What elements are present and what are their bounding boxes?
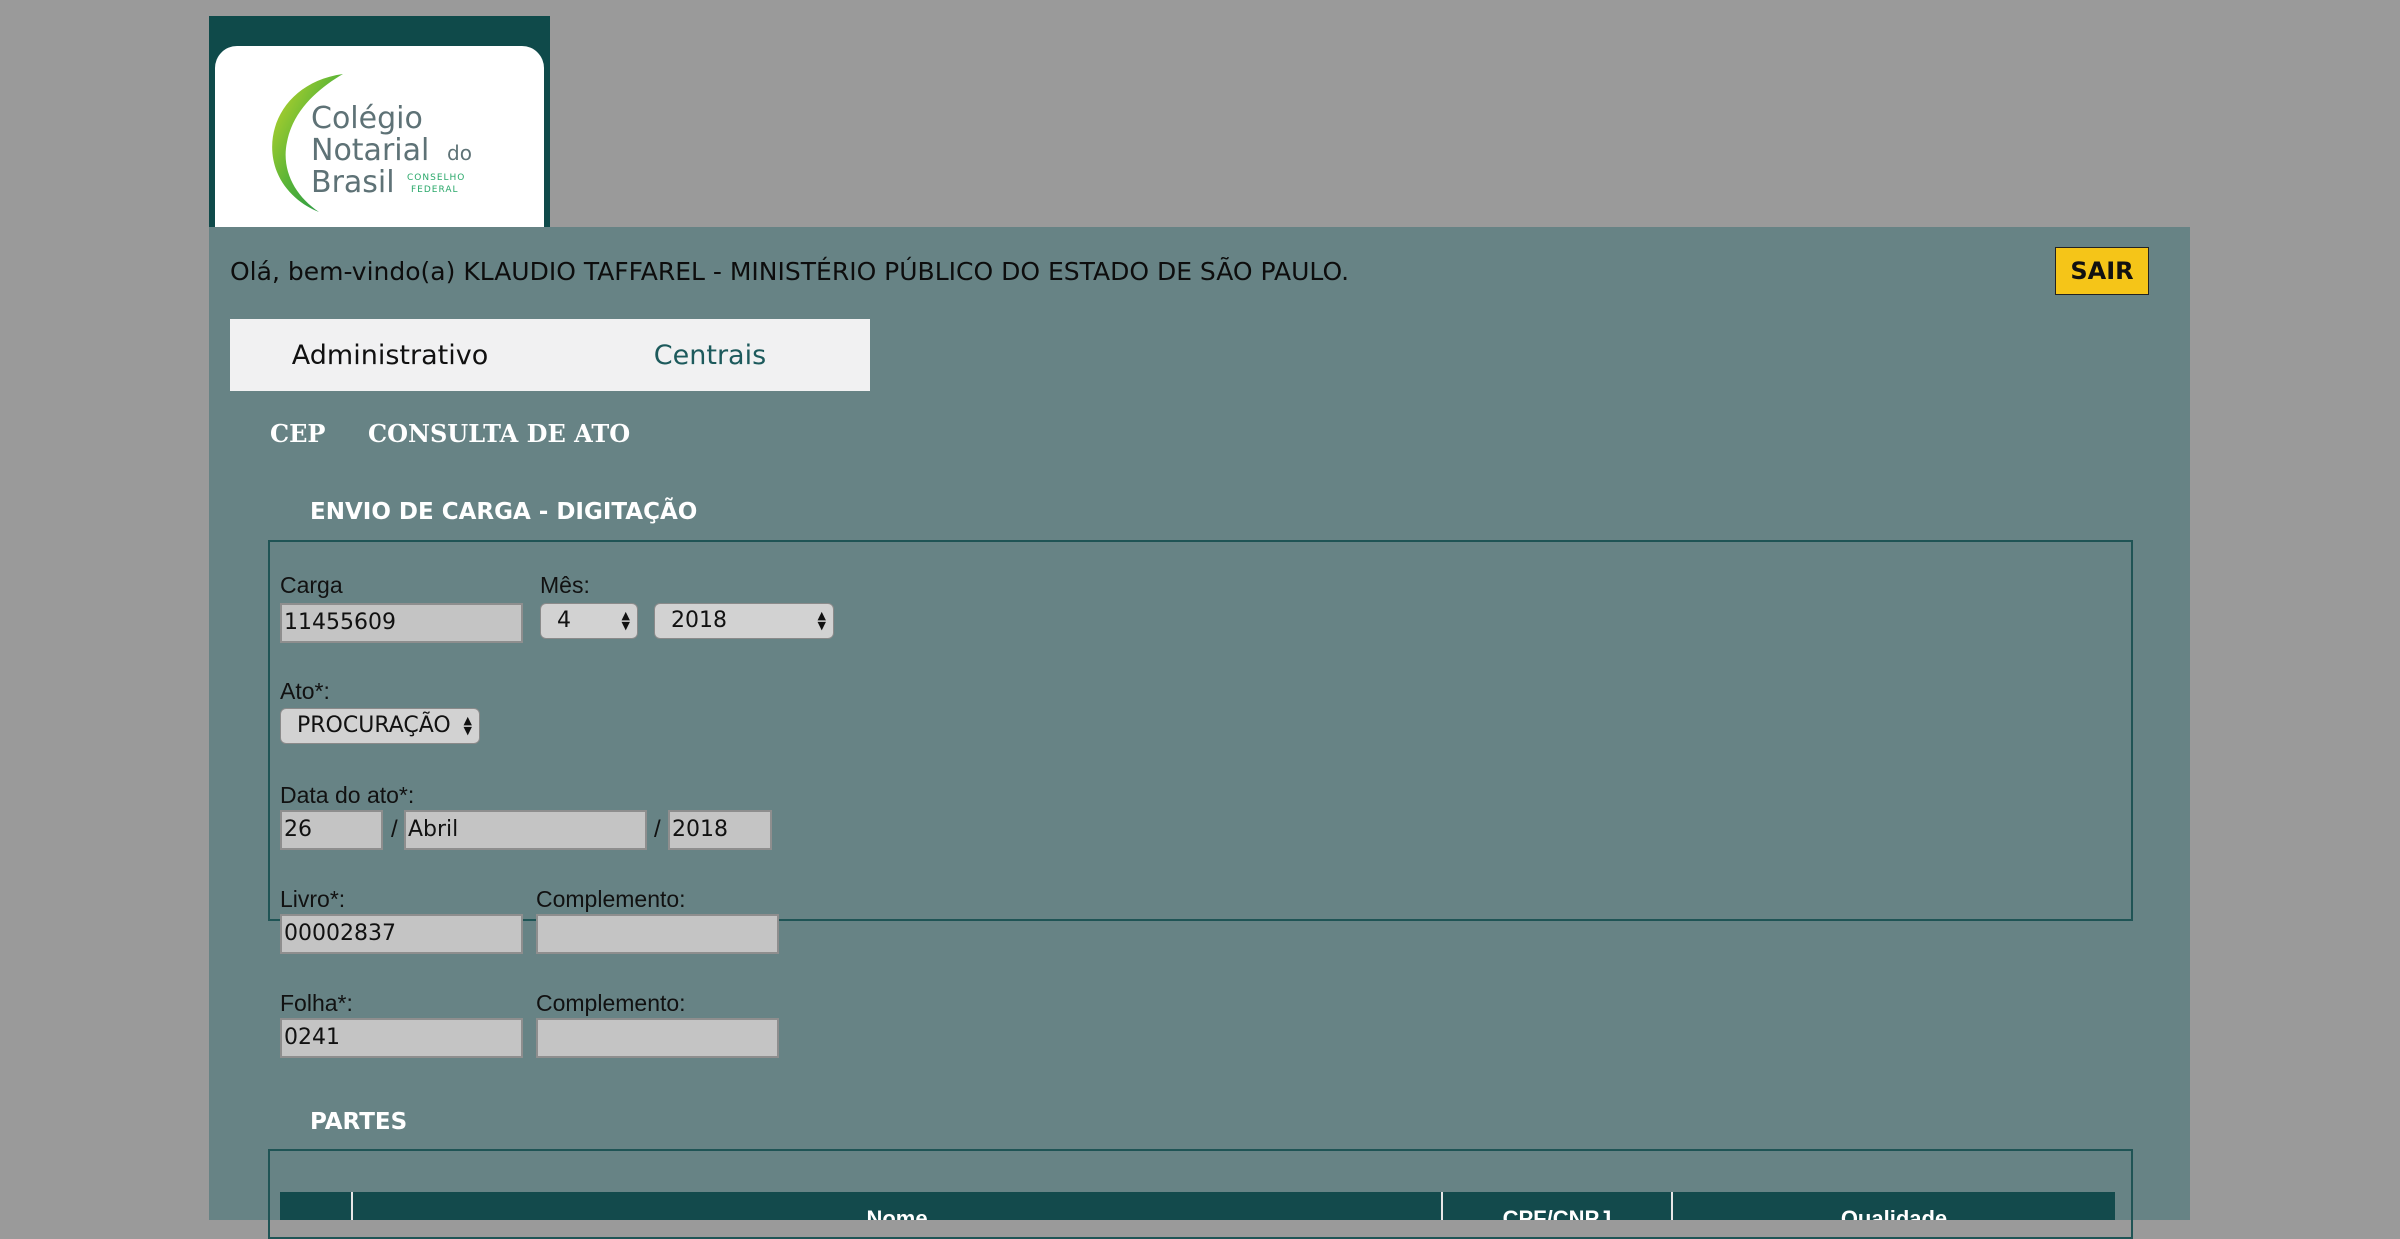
mes-select[interactable]: 4 ▲ ▼ <box>540 603 638 639</box>
carga-input[interactable]: 11455609 <box>280 603 523 643</box>
logo-container: Colégio Notarial do Brasil CONSELHO FEDE… <box>209 16 550 227</box>
main-panel: Olá, bem-vindo(a) KLAUDIO TAFFAREL - MIN… <box>209 227 2190 1239</box>
livro-input[interactable]: 00002837 <box>280 914 523 954</box>
column-header-qualidade: Qualidade <box>1671 1192 2115 1220</box>
tab-administrativo[interactable]: Administrativo <box>230 319 550 391</box>
svg-text:do: do <box>447 141 472 165</box>
data-dia-input[interactable]: 26 <box>280 810 383 850</box>
section-title-envio-carga: ENVIO DE CARGA - DIGITAÇÃO <box>310 499 698 525</box>
livro-complemento-input[interactable] <box>536 914 779 954</box>
logout-button[interactable]: SAIR <box>2055 247 2149 295</box>
svg-text:Brasil: Brasil <box>311 165 395 200</box>
date-separator: / <box>654 816 661 843</box>
folha-input[interactable]: 0241 <box>280 1018 523 1058</box>
date-separator: / <box>391 816 398 843</box>
folha-complemento-label: Complemento: <box>536 990 686 1016</box>
data-ano-input[interactable]: 2018 <box>668 810 772 850</box>
svg-text:Colégio: Colégio <box>311 101 423 136</box>
folha-complemento-input[interactable] <box>536 1018 779 1058</box>
welcome-message: Olá, bem-vindo(a) KLAUDIO TAFFAREL - MIN… <box>230 257 1350 286</box>
column-header-cpf-cnpj: CPF/CNPJ <box>1441 1192 1671 1220</box>
main-tabs: Administrativo Centrais <box>230 319 870 391</box>
mes-label: Mês: <box>540 572 590 598</box>
subnav-consulta-de-ato[interactable]: CONSULTA DE ATO <box>368 419 630 448</box>
svg-text:FEDERAL: FEDERAL <box>411 185 459 195</box>
svg-text:Notarial: Notarial <box>311 133 429 168</box>
section-title-partes: PARTES <box>310 1109 408 1135</box>
subnav-cep[interactable]: CEP <box>270 419 325 448</box>
tab-centrais[interactable]: Centrais <box>550 319 870 391</box>
partes-table-header: Nome CPF/CNPJ Qualidade <box>280 1192 2115 1220</box>
data-mes-input[interactable]: Abril <box>404 810 647 850</box>
svg-text:CONSELHO: CONSELHO <box>407 173 465 183</box>
select-arrows-icon: ▲ ▼ <box>621 609 630 632</box>
select-arrows-icon: ▲ ▼ <box>817 609 826 632</box>
ato-select[interactable]: PROCURAÇÃO ▲ ▼ <box>280 708 480 744</box>
ato-select-value: PROCURAÇÃO <box>297 713 451 738</box>
livro-complemento-label: Complemento: <box>536 886 686 912</box>
livro-label: Livro*: <box>280 886 346 912</box>
ano-select-value: 2018 <box>671 608 727 633</box>
column-header-nome: Nome <box>351 1192 1441 1220</box>
column-header-select <box>280 1192 351 1220</box>
mes-select-value: 4 <box>557 608 571 633</box>
carga-label: Carga <box>280 572 343 598</box>
select-arrows-icon: ▲ ▼ <box>463 714 472 737</box>
ano-select[interactable]: 2018 ▲ ▼ <box>654 603 834 639</box>
ato-label: Ato*: <box>280 678 330 704</box>
folha-label: Folha*: <box>280 990 353 1016</box>
data-ato-label: Data do ato*: <box>280 782 415 808</box>
colegio-notarial-logo: Colégio Notarial do Brasil CONSELHO FEDE… <box>215 46 544 227</box>
